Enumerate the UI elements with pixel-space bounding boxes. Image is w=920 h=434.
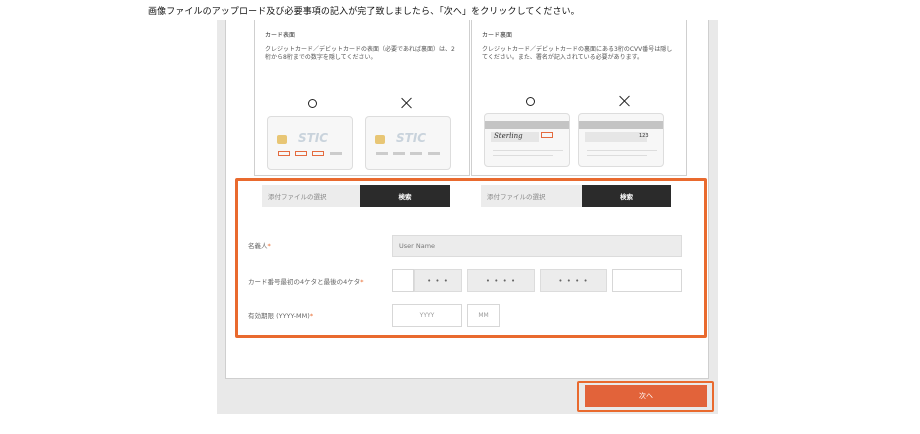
card-brand-text: STIC — [396, 131, 427, 145]
back-card-ng-image: 123 — [578, 113, 664, 167]
cvv-text: 123 — [639, 133, 649, 139]
back-card-ok-image: Sterling — [484, 113, 570, 167]
form-highlight-frame — [235, 178, 707, 338]
card-number-digits — [428, 152, 440, 155]
masked-cvv-box — [541, 132, 553, 138]
magnetic-stripe — [579, 121, 663, 129]
masked-digits-box — [312, 151, 324, 156]
instruction-text: 画像ファイルのアップロード及び必要事項の記入が完了致しましたら、「次へ」をクリッ… — [148, 7, 580, 17]
front-card-ng-image: STIC — [365, 116, 451, 170]
next-button[interactable]: 次へ — [585, 385, 707, 407]
back-card-guide: カード裏面 クレジットカード／デビットカードの裏面にある3桁のCVV番号は隠して… — [471, 20, 687, 176]
ok-circle-icon — [526, 97, 535, 106]
ng-cross-icon — [401, 97, 413, 109]
card-number-digits — [410, 152, 422, 155]
card-number-digits — [376, 152, 388, 155]
chip-icon — [277, 135, 287, 144]
card-fine-print — [587, 150, 657, 151]
masked-digits-box — [295, 151, 307, 156]
signature-text: Sterling — [494, 132, 523, 140]
ng-cross-icon — [619, 95, 631, 107]
card-number-digits — [330, 152, 342, 155]
chip-icon — [375, 135, 385, 144]
card-fine-print — [587, 155, 647, 156]
front-card-description: クレジットカード／デビットカードの表面（必要であれば裏面）は、2桁から8桁までの… — [265, 46, 455, 61]
front-card-title: カード表面 — [265, 32, 296, 39]
back-card-description: クレジットカード／デビットカードの裏面にある3桁のCVV番号は隠してください。ま… — [482, 46, 673, 61]
front-card-ok-image: STIC — [267, 116, 353, 170]
ok-circle-icon — [308, 99, 317, 108]
card-fine-print — [493, 150, 563, 151]
signature-panel — [585, 132, 647, 142]
card-number-digits — [393, 152, 405, 155]
card-brand-text: STIC — [298, 131, 329, 145]
masked-digits-box — [278, 151, 290, 156]
front-card-guide: カード表面 クレジットカード／デビットカードの表面（必要であれば裏面）は、2桁か… — [254, 20, 470, 176]
back-card-title: カード裏面 — [482, 32, 513, 39]
card-fine-print — [493, 155, 553, 156]
magnetic-stripe — [485, 121, 569, 129]
